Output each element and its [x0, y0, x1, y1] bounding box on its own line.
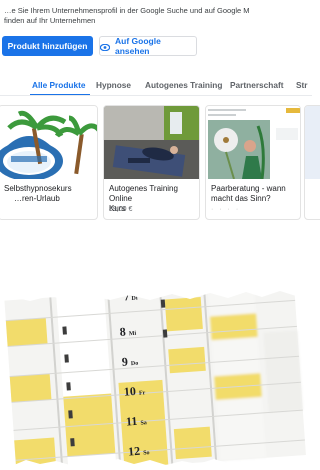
product-card-selbsthypnose[interactable]: Selbsthypnosekurs …ren-Urlaub: [0, 105, 98, 220]
active-tab-indicator: [30, 94, 90, 95]
intro-line-2: finden auf Ihr Unternehmen: [4, 16, 96, 25]
product-card-autogenes-training[interactable]: Autogenes Training Online Kurs 89,00 €: [103, 105, 200, 220]
product-category-tabs: Alle Produkte Hypnose Autogenes Training…: [0, 74, 312, 96]
product-image-dandelion: [206, 106, 300, 179]
tab-partnerschaft[interactable]: Partnerschaft: [230, 80, 284, 90]
view-on-google-label: Auf Google ansehen: [115, 36, 161, 56]
product-image-beach: [0, 106, 97, 179]
eye-icon: [99, 43, 111, 51]
product-title: Paarberatung - wann macht das Sinn?: [211, 184, 286, 203]
product-image-relaxation: [104, 106, 199, 179]
add-product-label: Produkt hinzufügen: [7, 41, 88, 51]
product-card-partial[interactable]: [304, 105, 320, 220]
torn-paper-edge: [0, 459, 312, 470]
product-price: 89,00 €: [109, 206, 133, 213]
tab-str[interactable]: Str: [296, 80, 308, 90]
calendar-photo: 8 Mi 9 Do 10 Fr 11 Sa 12 So 7 Di: [0, 280, 312, 470]
product-price-placeholder: · · · ·: [211, 206, 241, 213]
torn-paper-edge-top: [0, 280, 312, 301]
product-image-partial: [305, 106, 320, 179]
tab-hypnose[interactable]: Hypnose: [96, 80, 131, 90]
tab-alle-produkte[interactable]: Alle Produkte: [32, 80, 85, 90]
tab-autogenes-training[interactable]: Autogenes Training: [145, 80, 222, 90]
intro-line-1: …e Sie Ihrem Unternehmensprofil in der G…: [4, 6, 250, 15]
profile-intro-text: …e Sie Ihrem Unternehmensprofil in der G…: [4, 6, 304, 26]
product-title: Selbsthypnosekurs …ren-Urlaub: [4, 184, 72, 203]
product-card-paarberatung[interactable]: Paarberatung - wann macht das Sinn? · · …: [205, 105, 301, 220]
add-product-button[interactable]: Produkt hinzufügen: [2, 36, 93, 56]
view-on-google-button[interactable]: Auf Google ansehen: [99, 36, 197, 56]
